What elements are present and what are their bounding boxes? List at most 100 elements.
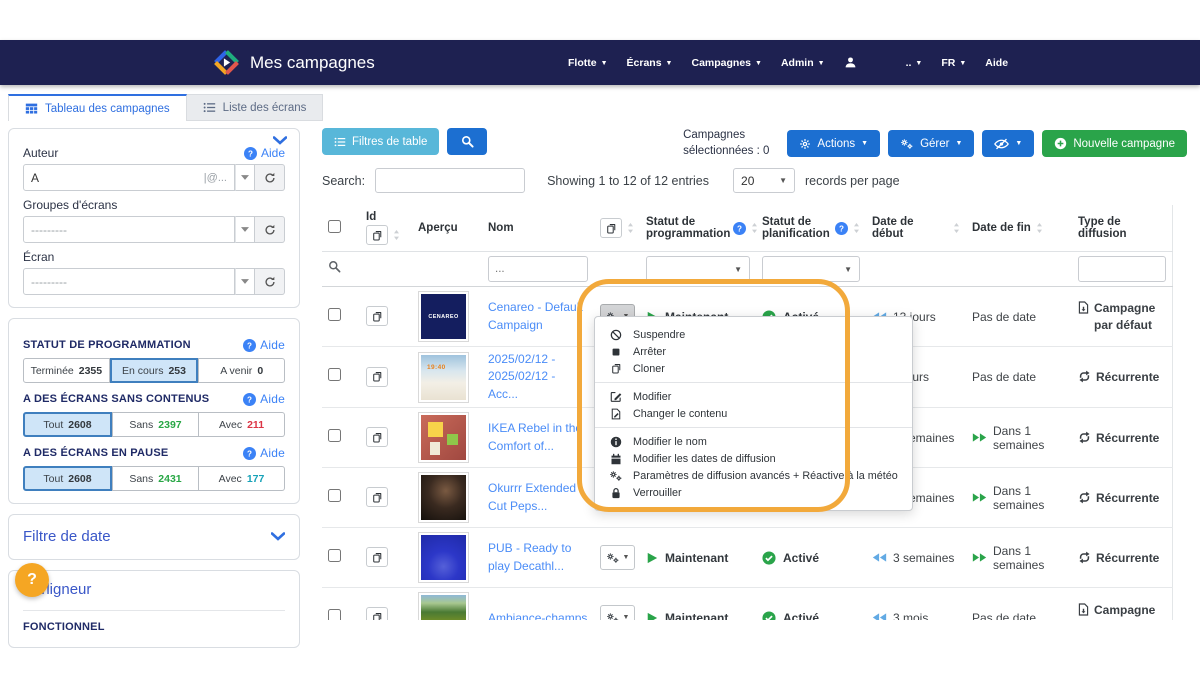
row-checkbox[interactable] [328, 308, 341, 321]
navbar-item-account[interactable] [844, 56, 857, 69]
ecrans-sans-contenus-option[interactable]: Sans 2397 [112, 412, 199, 437]
navbar-item-flotte[interactable]: Flotte▼ [568, 57, 608, 69]
row-actions-button[interactable]: ▼ [600, 545, 635, 570]
row-checkbox[interactable] [328, 609, 341, 620]
menu-item-info[interactable]: Modifier le nom [595, 433, 912, 450]
diffusion-type: Campagne par défaut [1078, 300, 1166, 332]
question-circle-icon: ? [243, 447, 256, 460]
copy-row-button[interactable] [366, 547, 388, 567]
statut-de-programmation-option[interactable]: En cours 253 [110, 358, 199, 383]
navbar-item-ecrans[interactable]: Écrans▼ [627, 57, 673, 69]
navbar-item-help[interactable]: Aide [985, 57, 1008, 69]
copy-row-button[interactable] [366, 487, 388, 507]
copy-row-button[interactable] [366, 367, 388, 387]
ecrans-sans-contenus-option[interactable]: Tout 2608 [23, 412, 112, 437]
type-filter-input[interactable] [1078, 256, 1166, 282]
campaign-thumbnail[interactable] [418, 592, 469, 620]
plan-filter-select[interactable]: ▼ [762, 256, 860, 282]
copy-row-button[interactable] [366, 607, 388, 620]
menu-item-edit[interactable]: Modifier [595, 388, 912, 405]
copy-icon [372, 552, 383, 563]
groups-select[interactable]: --------- [23, 216, 235, 243]
campaign-thumbnail[interactable]: 19:40 [418, 352, 469, 403]
statut-de-programmation-option[interactable]: Terminée 2355 [23, 358, 110, 383]
table-search-input[interactable] [375, 168, 525, 193]
ecrans-en-pause-option[interactable]: Avec 177 [199, 466, 285, 491]
copy-row-button[interactable] [366, 427, 388, 447]
campaign-name-link[interactable]: Okurrr Extended Cut Peps... [488, 480, 588, 515]
ecrans-en-pause-help-link[interactable]: ?Aide [243, 446, 285, 460]
copy-row-button[interactable] [366, 306, 388, 326]
new-campaign-button[interactable]: Nouvelle campagne [1042, 130, 1187, 157]
groups-refresh-button[interactable] [255, 216, 285, 243]
ban-icon [609, 329, 623, 341]
statut-de-programmation-help-link[interactable]: ?Aide [243, 338, 285, 352]
sort-icon [953, 223, 960, 233]
navbar-item-campagnes[interactable]: Campagnes▼ [691, 57, 761, 69]
ecrans-sans-contenus-option[interactable]: Avec 211 [199, 412, 285, 437]
campaign-thumbnail[interactable]: CENAREO [418, 291, 469, 342]
end-date: Dans 1 semaines [972, 544, 1066, 572]
row-checkbox[interactable] [328, 429, 341, 442]
nom-filter-input[interactable] [488, 256, 588, 282]
row-checkbox[interactable] [328, 368, 341, 381]
campaign-thumbnail[interactable] [418, 532, 469, 583]
section-ecrans-en-pause: A DES ÉCRANS EN PAUSE?Aide [23, 446, 285, 460]
list-icon [334, 136, 346, 148]
menu-item-edit-doc[interactable]: Changer le contenu [595, 405, 912, 422]
ecrans-en-pause-option[interactable]: Sans 2431 [112, 466, 199, 491]
help-floating-button[interactable]: ? [15, 563, 49, 597]
author-refresh-button[interactable] [255, 164, 285, 191]
statut-de-programmation-button-group: Terminée 2355En cours 253A venir 0 [23, 358, 285, 383]
screen-refresh-button[interactable] [255, 268, 285, 295]
copy-names-button[interactable] [600, 218, 622, 238]
row-actions-button[interactable]: ▼ [600, 605, 635, 620]
copy-ids-button[interactable] [366, 225, 388, 245]
date-filter-panel[interactable]: Filtre de date [8, 514, 300, 560]
ecrans-sans-contenus-help-link[interactable]: ?Aide [243, 392, 285, 406]
menu-item-stop[interactable]: Arrêter [595, 343, 912, 360]
navbar-item-admin[interactable]: Admin▼ [781, 57, 825, 69]
plus-circle-icon [1054, 137, 1067, 150]
gear-icon [606, 552, 620, 564]
campaign-name-link[interactable]: PUB - Ready to play Decathl... [488, 540, 588, 575]
collapse-chevron-icon[interactable] [273, 136, 287, 145]
campaign-name-link[interactable]: IKEA Rebel in the Comfort of... [488, 420, 588, 455]
screen-select[interactable]: --------- [23, 268, 235, 295]
author-help-link[interactable]: ? Aide [244, 146, 285, 160]
search-button[interactable] [447, 128, 487, 155]
author-caret[interactable] [235, 164, 255, 191]
select-all-checkbox[interactable] [328, 220, 341, 233]
menu-item-ban[interactable]: Suspendre [595, 326, 912, 343]
campaign-thumbnail[interactable] [418, 472, 469, 523]
manage-button[interactable]: Gérer▼ [888, 130, 974, 157]
screen-caret[interactable] [235, 268, 255, 295]
campaign-name-link[interactable]: Ambiance-champs [488, 610, 587, 621]
column-debut: Date de début [872, 216, 948, 240]
row-checkbox[interactable] [328, 549, 341, 562]
navbar-item-more[interactable]: ..▼ [906, 57, 923, 69]
navbar-item-language[interactable]: FR▼ [941, 57, 966, 69]
tab-tableau-des-campagnes[interactable]: Tableau des campagnes [8, 94, 187, 121]
campaign-name-link[interactable]: Cenareo - Default Campaign [488, 299, 588, 334]
column-nom: Nom [488, 222, 514, 234]
statut-de-programmation-option[interactable]: A venir 0 [198, 358, 285, 383]
ecrans-en-pause-option[interactable]: Tout 2608 [23, 466, 112, 491]
column-fin: Date de fin [972, 222, 1031, 234]
menu-item-lock[interactable]: Verrouiller [595, 484, 912, 501]
actions-button[interactable]: Actions▼ [787, 130, 880, 157]
tab-liste-des-ecrans[interactable]: Liste des écrans [187, 94, 324, 121]
campaign-thumbnail[interactable] [418, 412, 469, 463]
menu-item-gears[interactable]: Paramètres de diffusion avancés + Réacti… [595, 467, 912, 484]
author-select[interactable]: A|@... [23, 164, 235, 191]
prog-filter-select[interactable]: ▼ [646, 256, 750, 282]
menu-item-copy[interactable]: Cloner [595, 360, 912, 377]
campaign-name-link[interactable]: 2025/02/12 - 2025/02/12 - Acc... [488, 351, 588, 403]
page-size-select[interactable]: 20▼ [733, 168, 795, 193]
groups-caret[interactable] [235, 216, 255, 243]
visibility-button[interactable]: ▼ [982, 130, 1034, 157]
table-filters-button[interactable]: Filtres de table [322, 128, 439, 155]
menu-item-calendar[interactable]: Modifier les dates de diffusion [595, 450, 912, 467]
row-checkbox[interactable] [328, 489, 341, 502]
refresh-icon [264, 276, 276, 288]
